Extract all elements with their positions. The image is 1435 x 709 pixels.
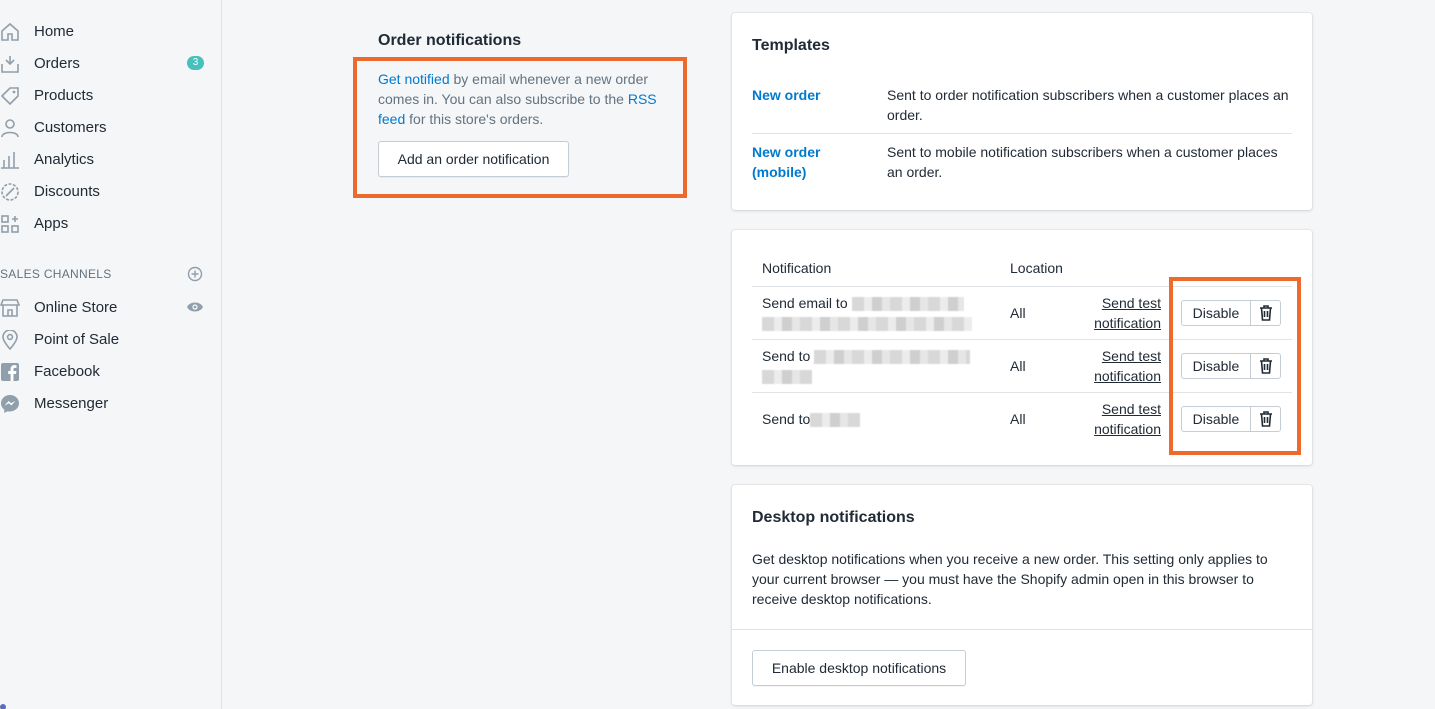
sidebar-item-label: Discounts [34,182,100,200]
templates-title: Templates [752,37,830,54]
order-notifications-title: Order notifications [378,32,522,49]
sidebar-item-point-of-sale[interactable]: Point of Sale [0,323,221,355]
apps-icon [1,215,19,233]
add-sales-channel-icon[interactable] [187,266,203,282]
notification-location: All [1010,411,1026,427]
template-link-new-order[interactable]: New order [752,85,862,105]
notification-recipient: Send to [762,409,977,429]
templates-card: Templates New order Sent to order notifi… [732,13,1312,210]
sidebar-item-orders[interactable]: Orders 3 [0,47,221,79]
notification-recipient: Send email to [762,293,977,333]
notification-recipient: Send to [762,346,977,386]
send-test-notification-link[interactable]: Send test notification [1087,293,1161,333]
description-text: for this store's orders. [405,111,544,127]
home-icon [1,22,19,41]
person-icon [1,119,19,138]
facebook-icon [1,363,19,381]
redacted-email [810,413,861,428]
template-description: Sent to order notification subscribers w… [887,87,1289,123]
sidebar-item-facebook[interactable]: Facebook [0,355,221,387]
highlight-box-actions [1169,277,1301,455]
column-header-notification: Notification [762,260,832,276]
sidebar-item-label: Analytics [34,150,95,168]
recipient-prefix: Send email to [762,295,848,311]
sidebar-item-label: Messenger [34,394,109,412]
eye-icon[interactable] [186,300,204,314]
notification-location: All [1010,358,1026,374]
notification-location: All [1010,305,1026,321]
recipient-prefix: Send to [762,348,811,364]
divider [752,133,1292,134]
sidebar-item-apps[interactable]: Apps [0,207,221,239]
sidebar-item-home[interactable]: Home [0,15,221,47]
sidebar-item-label: Facebook [34,362,100,380]
orders-icon [1,56,19,73]
sidebar-item-label: Customers [34,118,107,136]
add-order-notification-button[interactable]: Add an order notification [378,141,569,177]
redacted-email [762,317,972,332]
orders-count-badge: 3 [187,56,204,70]
sidebar-item-discounts[interactable]: Discounts [0,175,221,207]
messenger-icon [1,395,19,413]
sidebar-item-label: Products [34,86,94,104]
sales-channels-heading: SALES CHANNELS [0,267,112,281]
sidebar-item-label: Apps [34,214,69,232]
send-test-notification-link[interactable]: Send test notification [1087,346,1161,386]
recipient-prefix: Send to [762,411,811,427]
sidebar-item-label: Point of Sale [34,330,120,348]
desktop-notifications-title: Desktop notifications [752,509,915,526]
sidebar-item-customers[interactable]: Customers [0,111,221,143]
enable-desktop-notifications-button[interactable]: Enable desktop notifications [752,650,966,686]
template-link-new-order-mobile[interactable]: New order (mobile) [752,142,862,182]
order-notifications-description: Get notified by email whenever a new ord… [378,69,678,129]
sidebar-item-online-store[interactable]: Online Store [0,291,221,323]
bar-chart-icon [1,152,19,169]
tag-icon [0,87,19,106]
redacted-email [762,370,812,385]
sidebar-item-label: Online Store [34,298,118,316]
status-dot [0,704,6,709]
template-description: Sent to mobile notification subscribers … [887,144,1278,180]
sidebar-item-messenger[interactable]: Messenger [0,387,221,419]
sidebar-item-analytics[interactable]: Analytics [0,143,221,175]
sidebar: Home Orders 3 Products Customers Analyti… [0,0,222,709]
sidebar-item-label: Home [34,22,75,40]
redacted-email [851,297,964,312]
divider [732,629,1312,630]
desktop-notifications-description: Get desktop notifications when you recei… [752,551,1268,607]
sidebar-item-label: Orders [34,54,80,72]
send-test-notification-link[interactable]: Send test notification [1087,399,1161,439]
store-icon [0,299,20,317]
location-pin-icon [2,330,18,350]
get-notified-link[interactable]: Get notified [378,71,450,87]
column-header-location: Location [1010,260,1063,276]
sidebar-item-products[interactable]: Products [0,79,221,111]
redacted-email [814,350,971,365]
discount-icon [1,183,19,201]
